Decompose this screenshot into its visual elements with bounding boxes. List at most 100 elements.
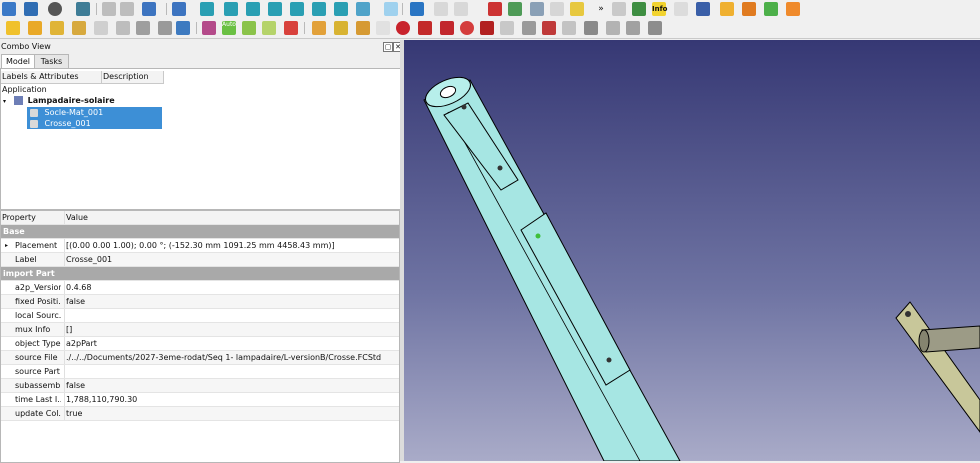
expand-arrow-icon[interactable]: ▾ bbox=[3, 98, 6, 105]
window-icon[interactable] bbox=[696, 2, 710, 16]
triangle-icon[interactable] bbox=[242, 21, 256, 35]
ruler-icon[interactable] bbox=[384, 2, 398, 16]
property-value[interactable]: false bbox=[64, 379, 85, 392]
point-on-plane-icon[interactable] bbox=[356, 21, 370, 35]
convert-icon[interactable] bbox=[116, 21, 130, 35]
bug-icon[interactable] bbox=[284, 21, 298, 35]
property-row[interactable]: mux Info [] bbox=[1, 323, 399, 337]
check-icon[interactable] bbox=[764, 2, 778, 16]
solver-icon[interactable] bbox=[202, 21, 216, 35]
back-arrow-icon[interactable] bbox=[102, 2, 116, 16]
sphere-icon[interactable] bbox=[376, 21, 390, 35]
import-part-icon[interactable] bbox=[28, 21, 42, 35]
expand-arrow-icon[interactable]: ▸ bbox=[5, 239, 8, 252]
measure-icon[interactable] bbox=[356, 2, 370, 16]
list-icon[interactable] bbox=[674, 2, 688, 16]
sync-view-icon[interactable] bbox=[76, 2, 90, 16]
view-right-icon[interactable] bbox=[268, 2, 282, 16]
plane2-icon[interactable] bbox=[626, 21, 640, 35]
fit-all-icon[interactable] bbox=[2, 2, 16, 16]
property-row-placement[interactable]: ▸ Placement [(0.00 0.00 1.00); 0.00 °; (… bbox=[1, 239, 399, 253]
axis-coincident-icon[interactable] bbox=[418, 21, 432, 35]
property-value[interactable]: ./../../Documents/2027-3eme-rodat/Seq 1-… bbox=[64, 351, 381, 364]
value-column-header[interactable]: Value bbox=[64, 211, 88, 224]
tree-icon[interactable] bbox=[632, 2, 646, 16]
point-on-line-icon[interactable] bbox=[334, 21, 348, 35]
new-document-icon[interactable] bbox=[410, 2, 424, 16]
move-part-icon[interactable] bbox=[72, 21, 86, 35]
eraser-icon[interactable] bbox=[786, 2, 800, 16]
macro-icon[interactable] bbox=[142, 2, 156, 16]
cube-icon[interactable] bbox=[136, 21, 150, 35]
3d-viewport[interactable] bbox=[404, 40, 980, 461]
plane-icon[interactable] bbox=[606, 21, 620, 35]
redo-icon[interactable] bbox=[742, 2, 756, 16]
property-row[interactable]: time Last I... 1,788,110,790.30 bbox=[1, 393, 399, 407]
forward-arrow-icon[interactable] bbox=[120, 2, 134, 16]
auto-solve-toggle[interactable]: Auto bbox=[222, 21, 236, 35]
property-row[interactable]: source Part bbox=[1, 365, 399, 379]
open-icon[interactable] bbox=[434, 2, 448, 16]
plane-parallel-icon[interactable] bbox=[500, 21, 514, 35]
axis-parallel-icon[interactable] bbox=[440, 21, 454, 35]
bulb-icon[interactable] bbox=[720, 2, 734, 16]
group-import-part[interactable]: import Part bbox=[1, 267, 399, 281]
property-value[interactable]: [(0.00 0.00 1.00); 0.00 °; (-152.30 mm 1… bbox=[64, 239, 335, 252]
edit-icon[interactable] bbox=[530, 2, 544, 16]
delete-icon[interactable] bbox=[488, 2, 502, 16]
update-part-icon[interactable] bbox=[50, 21, 64, 35]
save-icon[interactable] bbox=[176, 21, 190, 35]
parallel-lines-icon[interactable] bbox=[480, 21, 494, 35]
circular-edge-icon[interactable] bbox=[396, 21, 410, 35]
view-top-icon[interactable] bbox=[246, 2, 260, 16]
plane-coincident-icon[interactable] bbox=[522, 21, 536, 35]
center-of-mass-icon[interactable] bbox=[562, 21, 576, 35]
yellow-doc-icon[interactable] bbox=[570, 2, 584, 16]
part-icon[interactable] bbox=[6, 21, 20, 35]
tree-column-description[interactable]: Description bbox=[102, 71, 164, 84]
property-value[interactable]: 0.4.68 bbox=[64, 281, 91, 294]
export-icon[interactable] bbox=[454, 2, 468, 16]
property-row[interactable]: local Sourc... bbox=[1, 309, 399, 323]
zoom-box-icon[interactable] bbox=[172, 2, 186, 16]
tree-item-document[interactable]: ▾ Lampadaire-solaire bbox=[3, 95, 115, 106]
angle-icon[interactable] bbox=[542, 21, 556, 35]
float-icon[interactable]: ▢ bbox=[383, 42, 393, 52]
property-value[interactable]: true bbox=[64, 407, 82, 420]
tree-item-socle[interactable]: Socle-Mat_001 bbox=[27, 107, 162, 118]
duplicate-icon[interactable] bbox=[94, 21, 108, 35]
info-icon[interactable]: Info bbox=[652, 2, 667, 16]
group-base[interactable]: Base bbox=[1, 225, 399, 239]
property-row[interactable]: subassemb...false bbox=[1, 379, 399, 393]
property-value[interactable]: [] bbox=[64, 323, 72, 336]
axis-plane-icon[interactable] bbox=[460, 21, 474, 35]
property-value[interactable]: 1,788,110,790.30 bbox=[64, 393, 137, 406]
edit-part-icon[interactable] bbox=[158, 21, 172, 35]
plane3-icon[interactable] bbox=[648, 21, 662, 35]
box-icon[interactable] bbox=[550, 2, 564, 16]
property-row[interactable]: source File ./../../Documents/2027-3eme-r… bbox=[1, 351, 399, 365]
property-value[interactable] bbox=[64, 365, 66, 378]
list-constraints-icon[interactable] bbox=[262, 21, 276, 35]
property-value[interactable]: a2pPart bbox=[64, 337, 97, 350]
property-value[interactable]: Crosse_001 bbox=[64, 253, 112, 266]
flip-icon[interactable] bbox=[584, 21, 598, 35]
view-left-icon[interactable] bbox=[334, 2, 348, 16]
view-bottom-icon[interactable] bbox=[312, 2, 326, 16]
tree-column-labels[interactable]: Labels & Attributes bbox=[1, 71, 102, 84]
property-column-header[interactable]: Property bbox=[2, 211, 48, 224]
view-front-icon[interactable] bbox=[224, 2, 238, 16]
property-row[interactable]: update Col... true bbox=[1, 407, 399, 421]
zoom-icon[interactable] bbox=[24, 2, 38, 16]
view-rear-icon[interactable] bbox=[290, 2, 304, 16]
view-iso-icon[interactable] bbox=[200, 2, 214, 16]
property-row[interactable]: fixed Positi... false bbox=[1, 295, 399, 309]
property-value[interactable] bbox=[64, 309, 66, 322]
stop-icon[interactable] bbox=[48, 2, 62, 16]
point-identity-icon[interactable] bbox=[312, 21, 326, 35]
property-row[interactable]: object Type a2pPart bbox=[1, 337, 399, 351]
property-row[interactable]: a2p_Version 0.4.68 bbox=[1, 281, 399, 295]
tree-item-crosse[interactable]: Crosse_001 bbox=[27, 118, 162, 129]
property-value[interactable]: false bbox=[64, 295, 85, 308]
grid-icon[interactable] bbox=[612, 2, 626, 16]
